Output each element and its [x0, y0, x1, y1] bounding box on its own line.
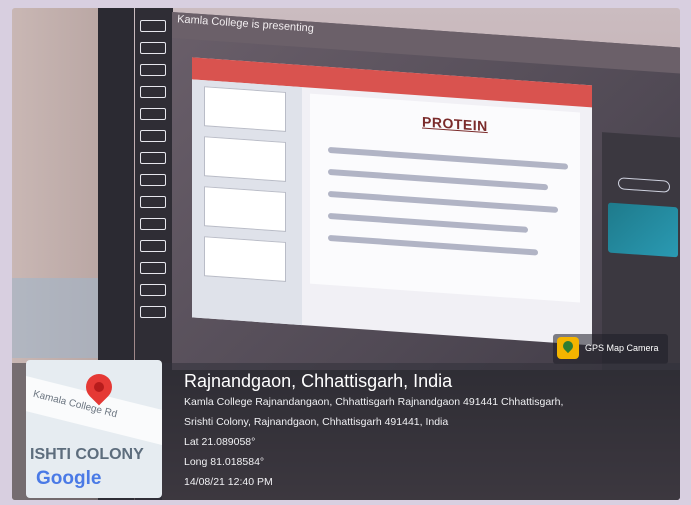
longitude: Long 81.018584° [184, 456, 265, 468]
slide: PROTEIN [310, 93, 580, 303]
slide-title: PROTEIN [422, 113, 488, 135]
key [140, 218, 166, 230]
participant-video [608, 202, 678, 258]
key [140, 108, 166, 120]
key [140, 284, 166, 296]
slide-thumbnails [192, 79, 302, 326]
location-title: Rajnandgaon, Chhattisgarh, India [184, 371, 453, 391]
latitude: Lat 21.089058° [184, 436, 256, 448]
slide-bullet [328, 190, 558, 213]
slide-thumbnail [204, 136, 286, 182]
photo: PROTEIN Kamla College is presenting GPS … [12, 8, 680, 500]
slide-bullet [328, 146, 568, 170]
slide-bullet [328, 212, 528, 233]
address-line: Kamla College Rajnandangaon, Chhattisgar… [184, 396, 564, 408]
key [140, 306, 166, 318]
key [140, 130, 166, 142]
pillar [12, 278, 107, 358]
slide-bullet [328, 234, 538, 256]
location-details: Rajnandgaon, Chhattisgarh, India Kamla C… [184, 370, 563, 492]
gps-camera-label: GPS Map Camera [585, 343, 659, 353]
presentation-window: PROTEIN [192, 57, 592, 346]
google-logo: Google [36, 468, 102, 489]
key [140, 196, 166, 208]
gps-camera-badge: GPS Map Camera [553, 334, 668, 364]
photo-frame: PROTEIN Kamla College is presenting GPS … [0, 0, 691, 505]
location-pin-dot [94, 382, 104, 392]
gps-map-camera-icon [557, 337, 579, 359]
address-line: Srishti Colony, Rajnandgaon, Chhattisgar… [184, 416, 449, 428]
key [140, 174, 166, 186]
slide-bullet [328, 168, 548, 191]
key [140, 86, 166, 98]
slide-thumbnail [204, 236, 286, 282]
datetime: 14/08/21 12:40 PM [184, 476, 273, 488]
map-thumbnail: Kamala College Rd ISHTI COLONY Google [26, 360, 162, 498]
key [140, 240, 166, 252]
key [140, 152, 166, 164]
slide-thumbnail [204, 186, 286, 232]
area-name: ISHTI COLONY [30, 446, 144, 463]
key [140, 42, 166, 54]
slide-thumbnail [204, 86, 286, 132]
key [140, 64, 166, 76]
pin-icon [560, 338, 576, 354]
present-button [618, 177, 670, 193]
key [140, 262, 166, 274]
key [140, 20, 166, 32]
